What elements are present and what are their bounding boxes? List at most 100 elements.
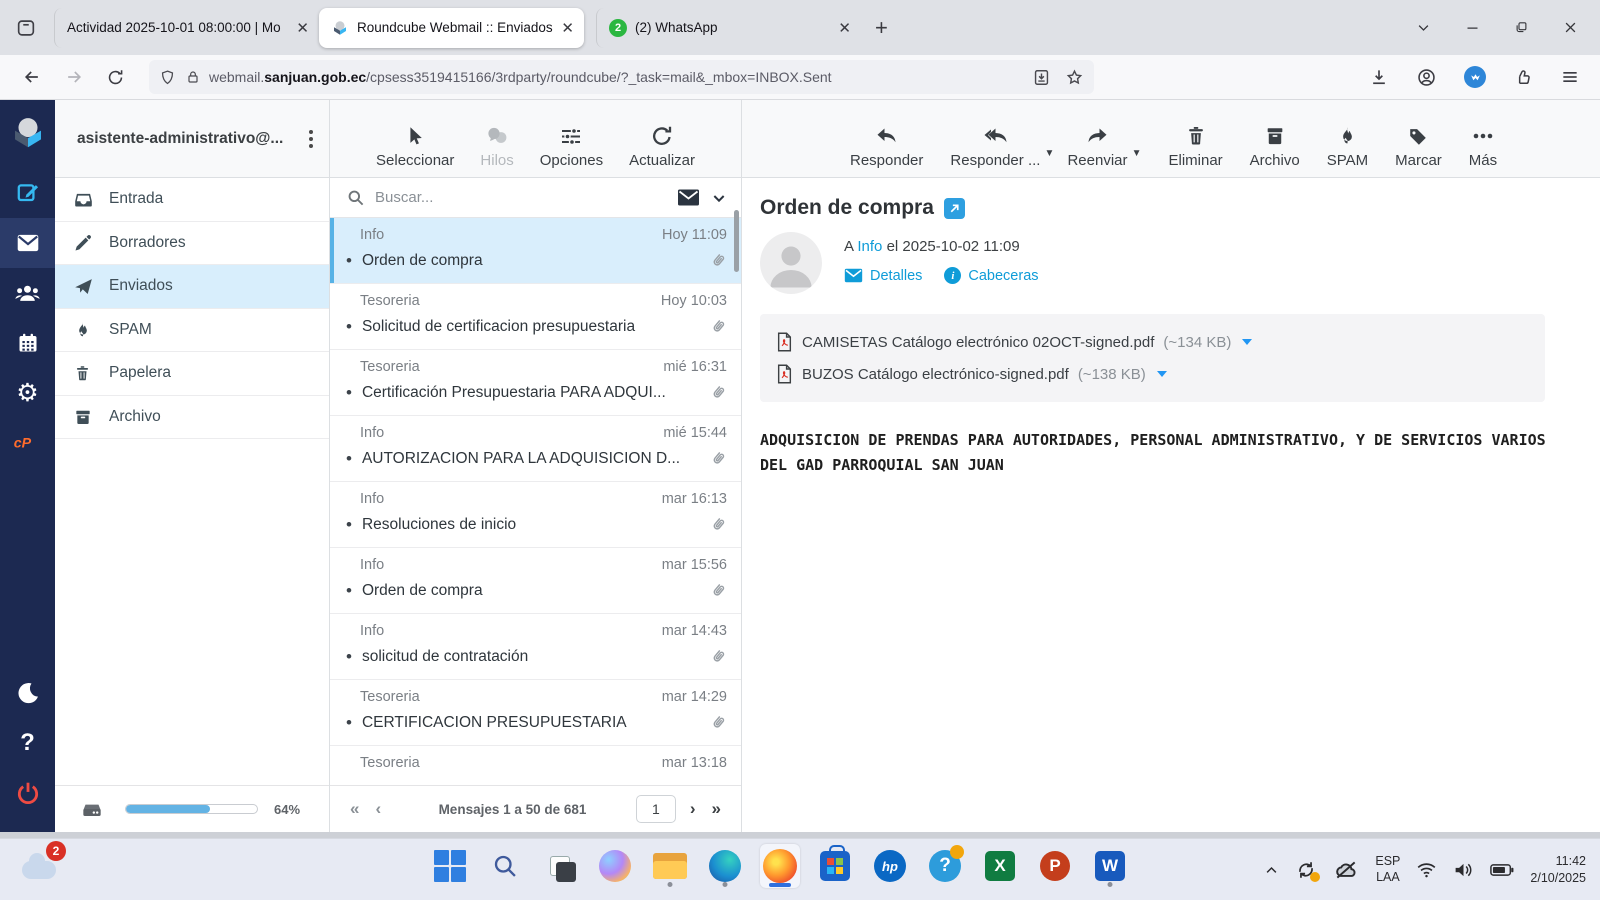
next-page-icon[interactable]: › [682,799,704,819]
microsoft-store-button[interactable] [815,844,855,888]
downloads-icon[interactable] [1369,67,1389,87]
bookmark-star-icon[interactable] [1065,68,1084,87]
firefox-button[interactable] [760,844,800,888]
message-row[interactable]: Tesoreria mié 16:31 • Certificación Presup… [330,350,741,416]
word-button[interactable]: W [1090,844,1130,888]
url-text[interactable]: webmail.sanjuan.gob.ec/cpsess3519415166/… [209,69,1032,85]
contacts-nav-icon[interactable] [0,268,55,318]
language-indicator[interactable]: ESP LAA [1375,854,1400,885]
folder-entrada[interactable]: Entrada [55,178,329,222]
battery-icon[interactable] [1490,863,1514,877]
new-tab-button[interactable]: + [875,15,888,41]
attachment-menu-caret-icon[interactable] [1242,339,1253,345]
compose-button[interactable] [0,168,55,218]
reload-button[interactable] [106,68,125,87]
extension-icon[interactable] [1513,67,1533,87]
refresh-button[interactable]: Actualizar [629,122,695,169]
dark-mode-moon-icon[interactable] [0,668,55,718]
recipient-link[interactable]: Info [857,238,882,255]
headers-toggle[interactable]: i Cabeceras [944,267,1039,284]
settings-nav-icon[interactable]: ⚙ [0,368,55,418]
options-button[interactable]: Opciones [540,122,603,169]
more-button[interactable]: Más [1469,122,1497,169]
archive-button[interactable]: Archivo [1250,122,1300,169]
search-scope-envelope-icon[interactable] [676,188,701,208]
forward-button[interactable] [64,67,84,87]
search-options-chevron-icon[interactable] [711,190,727,206]
wifi-icon[interactable] [1416,861,1437,879]
powerpoint-button[interactable]: P [1035,844,1075,888]
calendar-nav-icon[interactable] [0,318,55,368]
account-menu-kebab-icon[interactable] [303,126,319,152]
firefox-view-icon[interactable] [8,10,44,46]
mail-nav-icon[interactable] [0,218,55,268]
menu-hamburger-icon[interactable] [1560,67,1580,87]
help-app-button[interactable]: ? [925,844,965,888]
message-row[interactable]: Info mar 16:13 • Resoluciones de inicio [330,482,741,548]
window-restore-button[interactable] [1514,20,1529,35]
forward-caret-icon[interactable]: ▼ [1132,148,1142,159]
hp-app-button[interactable]: hp [870,844,910,888]
mark-button[interactable]: Marcar [1395,122,1442,169]
volume-icon[interactable] [1453,861,1474,879]
attachment-menu-caret-icon[interactable] [1156,371,1167,377]
folder-spam[interactable]: SPAM [55,309,329,352]
lock-icon[interactable] [185,69,201,85]
onedrive-offline-icon[interactable] [1333,859,1359,881]
folder-archivo[interactable]: Archivo [55,396,329,439]
message-row[interactable]: Tesoreria mar 14:29 • CERTIFICACION PRESUP… [330,680,741,746]
prev-page-icon[interactable]: ‹ [367,799,389,819]
help-icon[interactable]: ? [0,718,55,768]
file-explorer-button[interactable] [650,844,690,888]
spam-button[interactable]: SPAM [1327,122,1368,169]
tray-chevron-up-icon[interactable] [1264,863,1279,878]
message-row[interactable]: Info Hoy 11:09 • Orden de compra [330,218,741,284]
task-view-button[interactable] [540,844,580,888]
message-row[interactable]: Info mié 15:44 • AUTORIZACION PARA LA ADQU… [330,416,741,482]
cpanel-logo[interactable]: cP [0,418,55,468]
sync-icon[interactable] [1295,859,1321,882]
taskbar-widget[interactable]: 2 [22,841,66,881]
reply-all-button[interactable]: Responder ... ▼ [950,122,1054,169]
excel-button[interactable]: X [980,844,1020,888]
save-page-icon[interactable] [1032,68,1051,87]
tab-actividad[interactable]: Actividad 2025-10-01 08:00:00 | Mo ✕ [54,7,319,48]
delete-button[interactable]: Eliminar [1168,122,1223,169]
message-row[interactable]: Info mar 15:56 • Orden de compra [330,548,741,614]
message-row[interactable]: Info mar 14:43 • solicitud de contratación [330,614,741,680]
folder-papelera[interactable]: Papelera [55,352,329,396]
list-tabs-chevron-icon[interactable] [1416,20,1431,35]
window-minimize-button[interactable] [1465,20,1480,35]
forward-button-mail[interactable]: Reenviar ▼ [1067,122,1141,169]
select-button[interactable]: Seleccionar [376,122,454,169]
details-toggle[interactable]: Detalles [844,267,922,284]
threads-button[interactable]: Hilos [480,122,514,169]
tab-whatsapp[interactable]: 2 (2) WhatsApp ✕ [596,7,861,48]
folder-enviados[interactable]: Enviados [55,265,329,309]
clock[interactable]: 11:42 2/10/2025 [1530,853,1586,887]
open-in-new-window-icon[interactable] [943,197,965,219]
first-page-icon[interactable]: « [342,799,367,819]
folder-borradores[interactable]: Borradores [55,222,329,265]
tracking-shield-icon[interactable] [159,69,176,86]
reply-all-caret-icon[interactable]: ▼ [1045,148,1055,159]
page-number-input[interactable]: 1 [635,795,676,823]
message-row[interactable]: Tesoreria Hoy 10:03 • Solicitud de certifi… [330,284,741,350]
url-bar[interactable]: webmail.sanjuan.gob.ec/cpsess3519415166/… [149,60,1094,94]
tab-close-icon[interactable]: ✕ [296,19,309,37]
start-button[interactable] [430,844,470,888]
attachment-item[interactable]: CAMISETAS Catálogo electrónico 02OCT-sig… [776,326,1529,358]
back-button[interactable] [22,67,42,87]
logout-power-icon[interactable] [0,768,55,818]
last-page-icon[interactable]: » [704,799,729,819]
tab-roundcube[interactable]: Roundcube Webmail :: Enviados ✕ [319,7,584,48]
window-close-button[interactable] [1563,20,1578,35]
attachment-item[interactable]: BUZOS Catálogo electrónico-signed.pdf (~… [776,358,1529,390]
list-scrollbar[interactable] [734,210,739,272]
search-input[interactable] [375,189,676,206]
tab-close-icon[interactable]: ✕ [838,19,851,37]
copilot-button[interactable] [595,844,635,888]
extension-icon-blue[interactable] [1464,66,1486,88]
edge-button[interactable] [705,844,745,888]
reply-button[interactable]: Responder [850,122,923,169]
